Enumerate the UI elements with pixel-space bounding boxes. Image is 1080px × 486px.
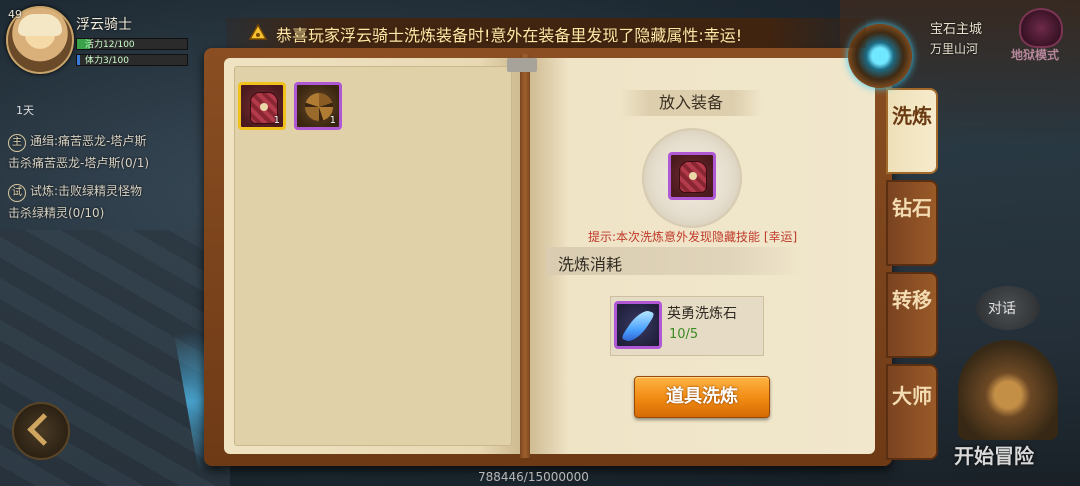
energy-bar: 体力3/100 (76, 54, 188, 66)
back-button[interactable] (12, 402, 70, 460)
quest-item[interactable]: 主通缉:痛苦恶龙-塔卢斯 (8, 132, 146, 152)
system-announcement: 恭喜玩家浮云骑士洗炼装备时!意外在装备里发现了隐藏属性:幸运! (226, 18, 866, 48)
cost-header: 洗炼消耗 (546, 247, 804, 275)
player-level: 49 (8, 8, 22, 21)
material-name: 英勇洗炼石 (667, 306, 737, 322)
tab-label: 转移 (892, 288, 932, 312)
quest-title: 试炼:击败绿精灵怪物 (30, 184, 143, 198)
hell-mode-label: 地狱模式 (1011, 48, 1060, 62)
quest-detail: 击杀绿精灵(0/10) (8, 206, 105, 220)
start-adventure-label[interactable]: 开始冒险 (954, 440, 1034, 469)
inventory-slot-armor[interactable]: 1 (238, 82, 286, 130)
material-count: 10/5 (669, 327, 699, 342)
inventory-slot-claw[interactable]: 1 (294, 82, 342, 130)
talk-label: 对话 (988, 301, 1016, 317)
tab-master[interactable]: 大师 (886, 364, 938, 460)
player-name: 浮云骑士 (76, 17, 132, 33)
item-refine-button[interactable]: 道具洗炼 (634, 376, 770, 418)
days-counter: 1天 (16, 104, 34, 117)
hell-mode-button[interactable]: 地狱模式 (1005, 8, 1075, 64)
adventure-gate-icon[interactable] (958, 340, 1058, 440)
quest-item[interactable]: 试试炼:击败绿精灵怪物 (8, 182, 142, 202)
tab-refine[interactable]: 洗炼 (886, 88, 938, 174)
demon-icon (1019, 8, 1063, 48)
material-card[interactable]: 英勇洗炼石 10/5 (610, 296, 764, 356)
cost-label: 洗炼消耗 (558, 255, 623, 274)
announcement-text: 恭喜玩家浮云骑士洗炼装备时!意外在装备里发现了隐藏属性:幸运! (276, 26, 743, 45)
place-equipment-title: 放入装备 (620, 90, 762, 116)
location-city: 宝石主城 (930, 22, 983, 37)
tab-diamond[interactable]: 钻石 (886, 180, 938, 266)
book-clasp (507, 58, 537, 72)
location-area: 万里山河 (930, 42, 979, 56)
refine-hint: 提示:本次洗炼意外发现隐藏技能 [幸运] (588, 230, 798, 244)
bell-icon (248, 23, 268, 40)
chevron-left-icon (27, 413, 60, 446)
quest-trial-icon: 试 (8, 184, 26, 202)
stamina-bar: 活力12/100 (76, 38, 188, 50)
placed-armor-icon (668, 152, 716, 200)
tab-label: 大师 (892, 384, 932, 408)
item-count: 1 (329, 115, 336, 126)
stamina-label: 活力12/100 (85, 40, 135, 50)
energy-label: 体力3/100 (85, 56, 129, 66)
quest-main-icon: 主 (8, 134, 26, 152)
item-count: 1 (273, 115, 280, 126)
tab-transfer[interactable]: 转移 (886, 272, 938, 358)
equipment-drop-slot[interactable] (642, 128, 742, 228)
tab-label: 洗炼 (892, 104, 932, 128)
quest-detail: 击杀痛苦恶龙-塔卢斯(0/1) (8, 156, 150, 170)
crystal-icon (614, 301, 662, 349)
book-spine (520, 54, 530, 458)
experience-counter: 788446/15000000 (478, 470, 589, 484)
tab-label: 钻石 (892, 196, 932, 220)
quest-title: 通缉:痛苦恶龙-塔卢斯 (30, 134, 147, 148)
